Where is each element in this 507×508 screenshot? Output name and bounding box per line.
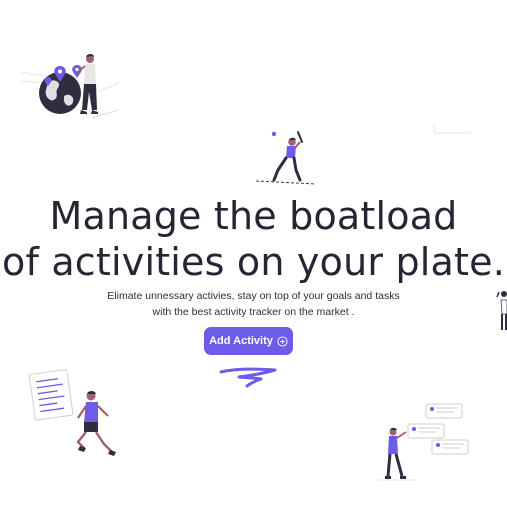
scribble-underline-decoration <box>219 367 277 388</box>
plus-circle-icon <box>277 335 288 347</box>
hero-subtitle: Elimate unnessary activies, stay on top … <box>0 288 507 320</box>
add-activity-button[interactable]: Add Activity <box>204 327 293 355</box>
globe-travel-illustration <box>19 54 119 119</box>
subtitle-line-2: with the best activity tracker on the ma… <box>152 306 355 318</box>
baseball-player-illustration <box>255 131 317 185</box>
hero-headline: Manage the boatload of activities on you… <box>0 193 507 285</box>
subtitle-line-1: Elimate unnessary activies, stay on top … <box>107 290 400 302</box>
runner-document-illustration <box>28 369 116 456</box>
add-activity-label: Add Activity <box>209 335 273 347</box>
headline-line-2: of activities on your plate. <box>2 240 505 284</box>
card-fragment-illustration <box>433 124 472 134</box>
headline-line-1: Manage the boatload <box>49 194 458 238</box>
message-cards-illustration <box>378 403 469 481</box>
